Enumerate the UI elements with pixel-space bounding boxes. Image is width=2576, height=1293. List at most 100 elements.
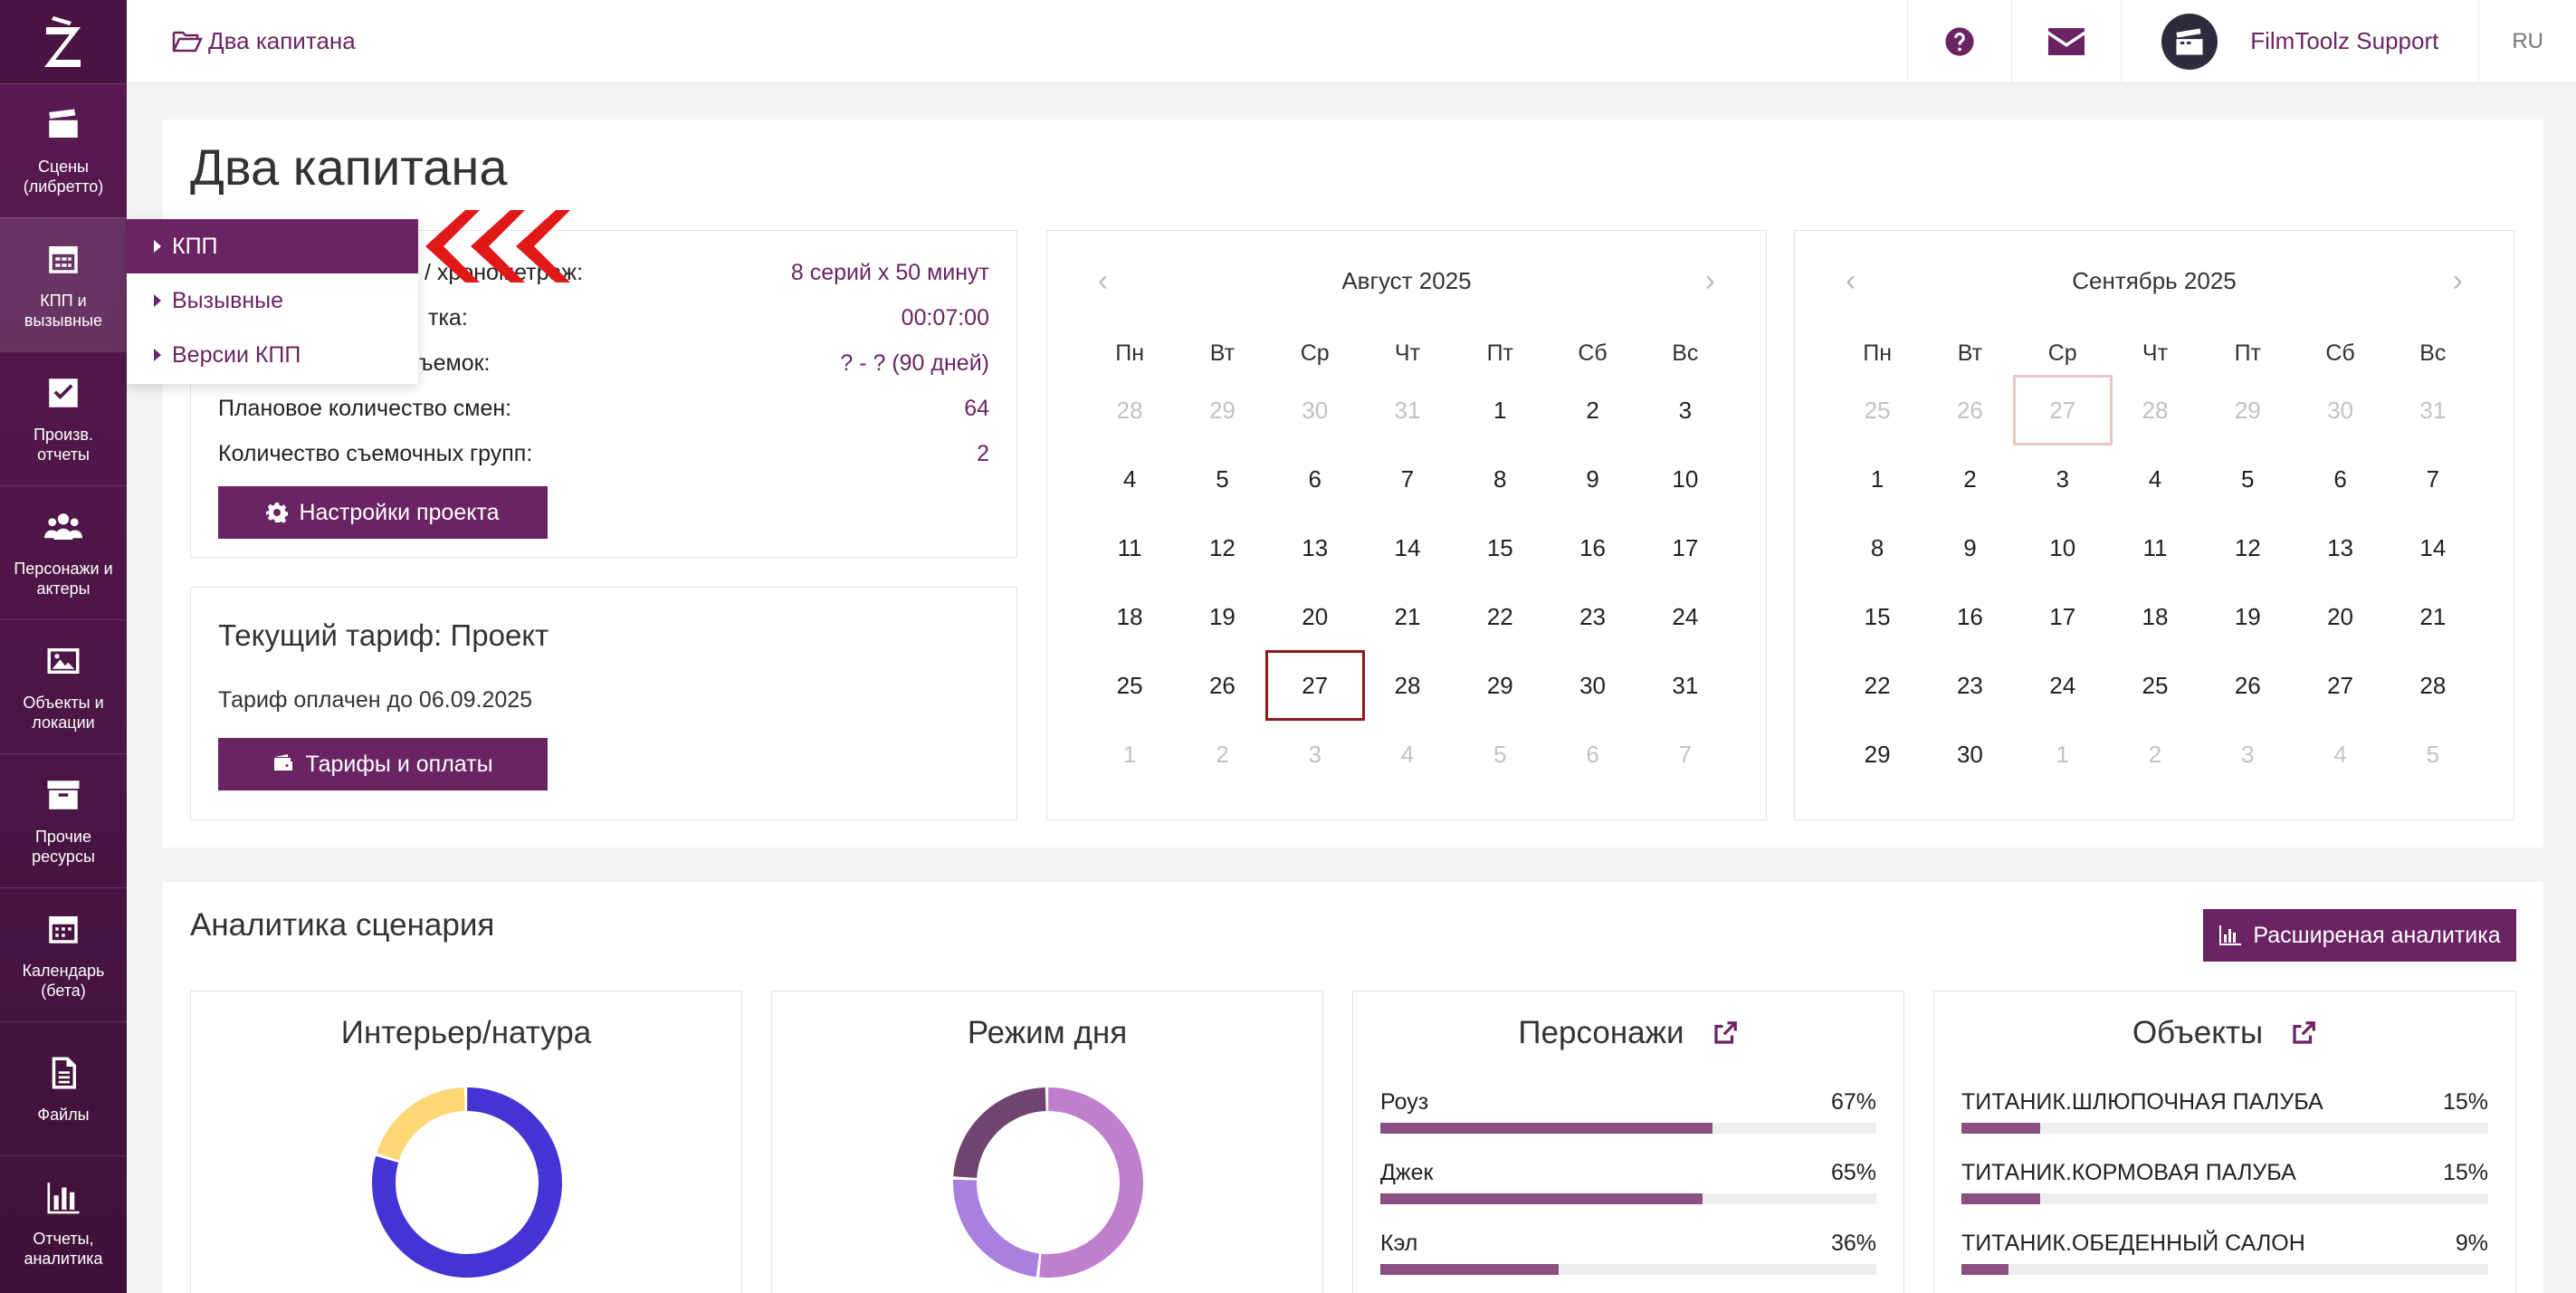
calendar-day[interactable]: 2 [1923, 445, 2016, 513]
calendar-day[interactable]: 14 [1361, 513, 1454, 582]
chevron-right-icon[interactable]: › [1705, 263, 1715, 299]
calendar-day[interactable]: 2 [2109, 720, 2201, 789]
external-link-icon[interactable] [1712, 1020, 1739, 1047]
language-switcher[interactable]: RU [2478, 0, 2576, 83]
calendar-day[interactable]: 1 [2017, 720, 2109, 789]
calendar-day[interactable]: 31 [1639, 651, 1732, 720]
calendar-day[interactable]: 15 [1831, 582, 1923, 651]
calendar-day[interactable]: 12 [2201, 513, 2294, 582]
calendar-day[interactable]: 22 [1454, 582, 1546, 651]
calendar-day[interactable]: 24 [1639, 582, 1732, 651]
calendar-day[interactable]: 29 [1176, 376, 1268, 445]
calendar-day[interactable]: 25 [1083, 651, 1176, 720]
calendar-day[interactable]: 20 [1269, 582, 1361, 651]
bar-row[interactable]: ТИТАНИК.ОБЕДЕННЫЙ САЛОН 9% [1961, 1231, 2488, 1275]
dropdown-item-kpp[interactable]: КПП [127, 219, 418, 273]
calendar-day[interactable]: 19 [1176, 582, 1268, 651]
calendar-day[interactable]: 2 [1176, 720, 1268, 789]
calendar-day[interactable]: 27 [2294, 651, 2386, 720]
calendar-day[interactable]: 11 [1083, 513, 1176, 582]
calendar-day[interactable]: 13 [1269, 513, 1361, 582]
calendar-day[interactable]: 4 [1083, 445, 1176, 513]
calendar-day[interactable]: 6 [1269, 445, 1361, 513]
sidebar-item-kpp[interactable]: КПП и вызывные [0, 217, 127, 351]
calendar-day[interactable]: 28 [2387, 651, 2479, 720]
calendar-day[interactable]: 7 [2387, 445, 2479, 513]
calendar-day[interactable]: 30 [1923, 720, 2016, 789]
calendar-day[interactable]: 28 [1361, 651, 1454, 720]
sidebar-item-files[interactable]: Файлы [0, 1021, 127, 1155]
tariffs-button[interactable]: Тарифы и оплаты [218, 738, 548, 790]
calendar-day[interactable]: 17 [2017, 582, 2109, 651]
calendar-day[interactable]: 18 [1083, 582, 1176, 651]
app-logo[interactable] [0, 0, 127, 83]
calendar-day[interactable]: 10 [1639, 445, 1732, 513]
calendar-day[interactable]: 9 [1546, 445, 1638, 513]
calendar-day[interactable]: 19 [2201, 582, 2294, 651]
sidebar-item-characters[interactable]: Персонажи и актеры [0, 485, 127, 619]
sidebar-item-scenes[interactable]: Сцены (либретто) [0, 83, 127, 217]
calendar-day[interactable]: 28 [1083, 376, 1176, 445]
bar-row[interactable]: ТИТАНИК.КОРМОВАЯ ПАЛУБА 15% [1961, 1160, 2488, 1204]
calendar-day[interactable]: 7 [1361, 445, 1454, 513]
calendar-day[interactable]: 20 [2294, 582, 2386, 651]
calendar-day[interactable]: 4 [1361, 720, 1454, 789]
calendar-day[interactable]: 24 [2017, 651, 2109, 720]
messages-button[interactable] [2011, 0, 2121, 83]
calendar-day[interactable]: 1 [1083, 720, 1176, 789]
calendar-day[interactable]: 15 [1454, 513, 1546, 582]
calendar-day[interactable]: 5 [2387, 720, 2479, 789]
calendar-day[interactable]: 17 [1639, 513, 1732, 582]
calendar-day[interactable]: 21 [1361, 582, 1454, 651]
user-menu[interactable]: FilmToolz Support [2121, 0, 2478, 83]
calendar-day[interactable]: 30 [1269, 376, 1361, 445]
dropdown-item-kpp-versions[interactable]: Версии КПП [127, 328, 418, 382]
bar-row[interactable]: Роуз 67% [1380, 1089, 1876, 1134]
calendar-day[interactable]: 3 [1269, 720, 1361, 789]
calendar-day[interactable]: 1 [1831, 445, 1923, 513]
chevron-right-icon[interactable]: › [2453, 263, 2463, 299]
calendar-day[interactable]: 5 [1176, 445, 1268, 513]
calendar-day[interactable]: 27 [2017, 376, 2109, 445]
calendar-day[interactable]: 25 [1831, 376, 1923, 445]
calendar-day[interactable]: 31 [1361, 376, 1454, 445]
calendar-day[interactable]: 16 [1923, 582, 2016, 651]
calendar-day[interactable]: 12 [1176, 513, 1268, 582]
calendar-day[interactable]: 3 [2201, 720, 2294, 789]
calendar-day[interactable]: 11 [2109, 513, 2201, 582]
calendar-day[interactable]: 10 [2017, 513, 2109, 582]
project-settings-button[interactable]: Настройки проекта [218, 486, 548, 539]
calendar-day[interactable]: 28 [2109, 376, 2201, 445]
calendar-day[interactable]: 4 [2109, 445, 2201, 513]
calendar-day[interactable]: 21 [2387, 582, 2479, 651]
calendar-day[interactable]: 1 [1454, 376, 1546, 445]
calendar-day[interactable]: 9 [1923, 513, 2016, 582]
calendar-day[interactable]: 3 [2017, 445, 2109, 513]
sidebar-item-resources[interactable]: Прочие ресурсы [0, 753, 127, 887]
calendar-day[interactable]: 23 [1923, 651, 2016, 720]
calendar-day[interactable]: 18 [2109, 582, 2201, 651]
sidebar-item-objects[interactable]: Объекты и локации [0, 619, 127, 753]
calendar-day[interactable]: 2 [1546, 376, 1638, 445]
calendar-day[interactable]: 29 [2201, 376, 2294, 445]
calendar-day[interactable]: 23 [1546, 582, 1638, 651]
calendar-day[interactable]: 26 [1176, 651, 1268, 720]
sidebar-item-analytics[interactable]: Отчеты, аналитика [0, 1155, 127, 1289]
calendar-day[interactable]: 8 [1831, 513, 1923, 582]
sidebar-item-calendar[interactable]: Календарь (бета) [0, 887, 127, 1021]
dropdown-item-call-sheets[interactable]: Вызывные [127, 273, 418, 328]
calendar-day[interactable]: 5 [1454, 720, 1546, 789]
calendar-day[interactable]: 30 [1546, 651, 1638, 720]
calendar-day[interactable]: 31 [2387, 376, 2479, 445]
calendar-day[interactable]: 29 [1454, 651, 1546, 720]
calendar-day[interactable]: 26 [2201, 651, 2294, 720]
calendar-day[interactable]: 4 [2294, 720, 2386, 789]
calendar-day[interactable]: 14 [2387, 513, 2479, 582]
bar-row[interactable]: Джек 65% [1380, 1160, 1876, 1204]
calendar-day[interactable]: 30 [2294, 376, 2386, 445]
breadcrumb[interactable]: Два капитана [172, 27, 356, 55]
bar-row[interactable]: Кэл 36% [1380, 1231, 1876, 1275]
sidebar-item-reports[interactable]: Произв. отчеты [0, 351, 127, 485]
calendar-day[interactable]: 27 [1269, 651, 1361, 720]
calendar-day[interactable]: 29 [1831, 720, 1923, 789]
